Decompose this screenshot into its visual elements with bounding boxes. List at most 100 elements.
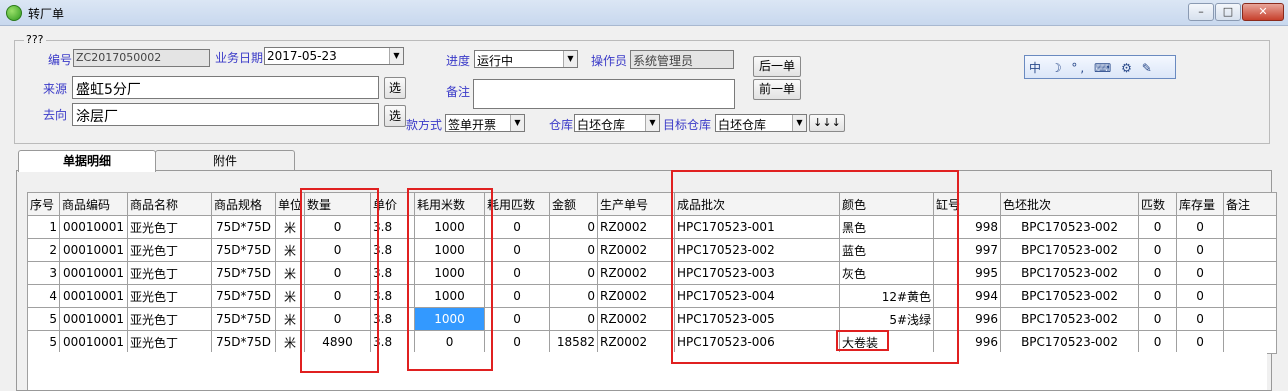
table-cell[interactable]: 4 [27, 284, 60, 308]
table-cell[interactable]: 米 [274, 307, 306, 331]
table-cell[interactable]: 3.8 [370, 238, 416, 262]
table-cell[interactable]: 5#浅绿 [839, 307, 935, 331]
table-cell[interactable]: 蓝色 [839, 238, 935, 262]
table-cell[interactable]: 00010001 [59, 238, 128, 262]
column-header[interactable]: 颜色 [839, 192, 935, 216]
column-header[interactable]: 成品批次 [674, 192, 841, 216]
table-cell[interactable]: 0 [484, 307, 551, 331]
table-cell[interactable]: 0 [304, 307, 372, 331]
tab-details[interactable]: 单据明细 [18, 150, 156, 172]
table-cell[interactable]: BPC170523-002 [1000, 284, 1140, 308]
table-cell[interactable]: HPC170523-001 [674, 215, 841, 239]
dest-field[interactable]: 涂层厂 [72, 103, 379, 126]
column-header[interactable]: 耗用匹数 [484, 192, 551, 216]
table-cell[interactable]: 5 [27, 307, 60, 331]
ime-toolbar[interactable]: 中 ☽ °, ⌨ ⚙ ✎ [1024, 55, 1176, 79]
column-header[interactable]: 生产单号 [597, 192, 676, 216]
dest-select-button[interactable]: 选 [384, 105, 406, 127]
table-cell[interactable]: 5 [27, 330, 60, 354]
table-row[interactable]: 2 00010001 亚光色丁 75D*75D 米 0 3.8 1000 0 0 RZ0002 HPC… [27, 238, 1278, 262]
column-header[interactable]: 序号 [27, 192, 60, 216]
table-cell[interactable]: 00010001 [59, 261, 128, 285]
table-cell[interactable]: 2 [27, 238, 60, 262]
table-cell[interactable]: 米 [274, 261, 306, 285]
table-cell[interactable]: 996 [933, 307, 1002, 331]
table-cell[interactable]: 4890 [304, 330, 372, 354]
table-cell[interactable] [1223, 261, 1278, 285]
table-cell[interactable]: 75D*75D [211, 307, 276, 331]
progress-select[interactable]: 运行中 ▼ [474, 50, 578, 68]
table-cell[interactable]: 1000 [414, 284, 486, 308]
table-cell[interactable]: 0 [1176, 261, 1225, 285]
table-cell[interactable]: 0 [549, 238, 599, 262]
table-cell[interactable]: 0 [1176, 330, 1225, 354]
remark-field[interactable] [473, 79, 735, 109]
table-row[interactable]: 4 00010001 亚光色丁 75D*75D 米 0 3.8 1000 0 0 RZ0002 HPC… [27, 284, 1278, 308]
table-cell[interactable]: 大卷装 [839, 330, 935, 354]
table-cell[interactable]: 0 [549, 307, 599, 331]
column-header[interactable]: 商品编码 [59, 192, 128, 216]
table-row[interactable]: 1 00010001 亚光色丁 75D*75D 米 0 3.8 1000 0 0 RZ0002 HPC… [27, 215, 1278, 239]
source-field[interactable]: 盛虹5分厂 [72, 76, 379, 99]
table-cell[interactable]: 亚光色丁 [127, 261, 212, 285]
table-cell[interactable]: 3.8 [370, 307, 416, 331]
table-cell[interactable]: 0 [304, 215, 372, 239]
table-cell[interactable]: 0 [1138, 215, 1178, 239]
table-cell[interactable]: 00010001 [59, 215, 128, 239]
table-cell[interactable]: 1000 [414, 261, 486, 285]
table-cell[interactable]: 黑色 [839, 215, 935, 239]
arrows-button[interactable]: ↓↓↓ [809, 114, 845, 132]
table-cell[interactable]: 0 [414, 330, 486, 354]
table-cell[interactable]: 0 [484, 238, 551, 262]
table-cell[interactable]: 0 [484, 261, 551, 285]
table-cell[interactable]: 0 [1138, 284, 1178, 308]
table-cell[interactable]: 0 [1138, 238, 1178, 262]
table-cell[interactable]: 0 [484, 330, 551, 354]
table-cell[interactable]: 灰色 [839, 261, 935, 285]
table-cell[interactable]: BPC170523-002 [1000, 238, 1140, 262]
chevron-down-icon[interactable]: ▼ [389, 48, 403, 64]
table-cell[interactable]: BPC170523-002 [1000, 330, 1140, 354]
table-cell[interactable]: 12#黄色 [839, 284, 935, 308]
table-cell[interactable]: BPC170523-002 [1000, 307, 1140, 331]
table-cell[interactable]: 995 [933, 261, 1002, 285]
table-cell[interactable]: 0 [304, 238, 372, 262]
chevron-down-icon[interactable]: ▼ [510, 115, 524, 131]
table-cell[interactable] [1223, 284, 1278, 308]
table-cell[interactable]: 1000 [414, 307, 486, 331]
payment-select[interactable]: 签单开票 ▼ [445, 114, 525, 132]
table-cell[interactable]: 亚光色丁 [127, 284, 212, 308]
column-header[interactable]: 商品名称 [127, 192, 212, 216]
column-header[interactable]: 数量 [304, 192, 372, 216]
table-cell[interactable]: 75D*75D [211, 284, 276, 308]
close-button[interactable]: ✕ [1242, 3, 1284, 21]
table-cell[interactable]: 1000 [414, 238, 486, 262]
table-cell[interactable]: HPC170523-004 [674, 284, 841, 308]
table-cell[interactable]: BPC170523-002 [1000, 215, 1140, 239]
column-header[interactable]: 色坯批次 [1000, 192, 1140, 216]
next-record-button[interactable]: 后一单 [753, 56, 801, 77]
table-cell[interactable]: 997 [933, 238, 1002, 262]
table-cell[interactable]: 1 [27, 215, 60, 239]
table-cell[interactable]: 0 [1176, 238, 1225, 262]
column-header[interactable]: 缸号 [933, 192, 1002, 216]
table-cell[interactable]: 3.8 [370, 330, 416, 354]
table-cell[interactable]: 亚光色丁 [127, 215, 212, 239]
chevron-down-icon[interactable]: ▼ [563, 51, 577, 67]
table-cell[interactable]: RZ0002 [597, 330, 676, 354]
minimize-button[interactable]: – [1188, 3, 1214, 21]
table-cell[interactable]: 00010001 [59, 330, 128, 354]
column-header[interactable]: 金额 [549, 192, 599, 216]
table-cell[interactable]: 亚光色丁 [127, 238, 212, 262]
table-cell[interactable]: 米 [274, 215, 306, 239]
column-header[interactable]: 库存量 [1176, 192, 1225, 216]
table-cell[interactable]: HPC170523-003 [674, 261, 841, 285]
table-cell[interactable]: 米 [274, 238, 306, 262]
table-row[interactable]: 5 00010001 亚光色丁 75D*75D 米 0 3.8 1000 0 0 RZ0002 HPC… [27, 307, 1278, 331]
table-cell[interactable] [1223, 215, 1278, 239]
table-cell[interactable]: 1000 [414, 215, 486, 239]
table-row[interactable]: 5 00010001 亚光色丁 75D*75D 米 4890 3.8 0 0 18582 RZ000… [27, 330, 1278, 354]
table-cell[interactable]: RZ0002 [597, 307, 676, 331]
table-cell[interactable]: 00010001 [59, 307, 128, 331]
table-cell[interactable]: HPC170523-005 [674, 307, 841, 331]
